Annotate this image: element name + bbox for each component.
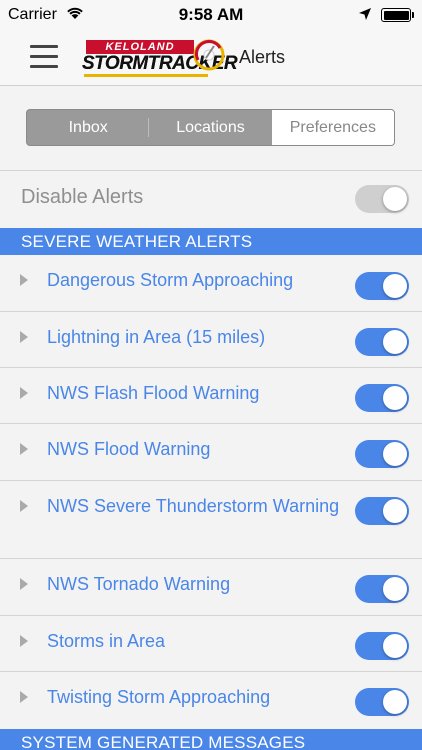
tab-inbox[interactable]: Inbox <box>27 110 150 145</box>
alert-label: Twisting Storm Approaching <box>47 687 271 707</box>
disable-alerts-toggle[interactable] <box>355 185 409 213</box>
alert-row-lightning[interactable]: Lightning in Area (15 miles) <box>0 312 422 368</box>
expand-arrow-icon[interactable] <box>20 274 28 286</box>
alert-label: NWS Tornado Warning <box>47 574 231 594</box>
page-title: Alerts <box>239 47 286 67</box>
tab-locations[interactable]: Locations <box>149 110 271 145</box>
tab-preferences[interactable]: Preferences <box>271 110 394 145</box>
expand-arrow-icon[interactable] <box>20 443 28 455</box>
alert-toggle-severe-thunderstorm[interactable] <box>355 497 409 525</box>
hamburger-menu-icon[interactable] <box>30 44 58 68</box>
alert-toggle-dangerous-storm[interactable] <box>355 272 409 300</box>
alert-toggle-tornado[interactable] <box>355 575 409 603</box>
alert-label: NWS Flash Flood Warning <box>47 383 260 403</box>
section-header-system-messages: SYSTEM GENERATED MESSAGES <box>0 729 422 750</box>
alert-label: NWS Flood Warning <box>47 439 211 459</box>
navigation-bar: KELOLAND STORMTRACKER Alerts <box>0 30 422 86</box>
alert-row-dangerous-storm[interactable]: Dangerous Storm Approaching <box>0 255 422 312</box>
alert-label: NWS Severe Thunderstorm Warning <box>47 496 340 516</box>
alert-label: Storms in Area <box>47 631 166 651</box>
disable-alerts-row: Disable Alerts <box>0 171 422 227</box>
alert-row-severe-thunderstorm[interactable]: NWS Severe Thunderstorm Warning <box>0 481 422 559</box>
expand-arrow-icon[interactable] <box>20 691 28 703</box>
logo-underline <box>84 74 208 77</box>
alert-row-twisting-storm[interactable]: Twisting Storm Approaching <box>0 672 422 729</box>
alert-row-flood[interactable]: NWS Flood Warning <box>0 424 422 481</box>
expand-arrow-icon[interactable] <box>20 635 28 647</box>
alert-toggle-twisting-storm[interactable] <box>355 688 409 716</box>
alert-row-flash-flood[interactable]: NWS Flash Flood Warning <box>0 368 422 424</box>
expand-arrow-icon[interactable] <box>20 387 28 399</box>
expand-arrow-icon[interactable] <box>20 331 28 343</box>
alert-row-tornado[interactable]: NWS Tornado Warning <box>0 559 422 616</box>
alert-toggle-flood[interactable] <box>355 440 409 468</box>
alert-toggle-flash-flood[interactable] <box>355 384 409 412</box>
disable-alerts-label: Disable Alerts <box>21 186 144 208</box>
alert-row-storms-in-area[interactable]: Storms in Area <box>0 616 422 672</box>
section-header-severe-weather: SEVERE WEATHER ALERTS <box>0 228 422 255</box>
logo-top-text: KELOLAND <box>86 40 194 54</box>
stormtracker-logo: KELOLAND STORMTRACKER <box>82 38 238 80</box>
battery-icon <box>381 8 411 22</box>
alert-label: Lightning in Area (15 miles) <box>47 327 266 347</box>
battery-tip <box>412 12 414 18</box>
expand-arrow-icon[interactable] <box>20 500 28 512</box>
alert-toggle-lightning[interactable] <box>355 328 409 356</box>
storm-swirl-icon <box>193 39 225 71</box>
status-bar: Carrier 9:58 AM <box>0 0 422 30</box>
location-arrow-icon <box>359 8 371 20</box>
tab-segmented-control: Inbox Locations Preferences <box>26 109 395 146</box>
alert-toggle-storms-in-area[interactable] <box>355 632 409 660</box>
expand-arrow-icon[interactable] <box>20 578 28 590</box>
alert-label: Dangerous Storm Approaching <box>47 270 294 290</box>
